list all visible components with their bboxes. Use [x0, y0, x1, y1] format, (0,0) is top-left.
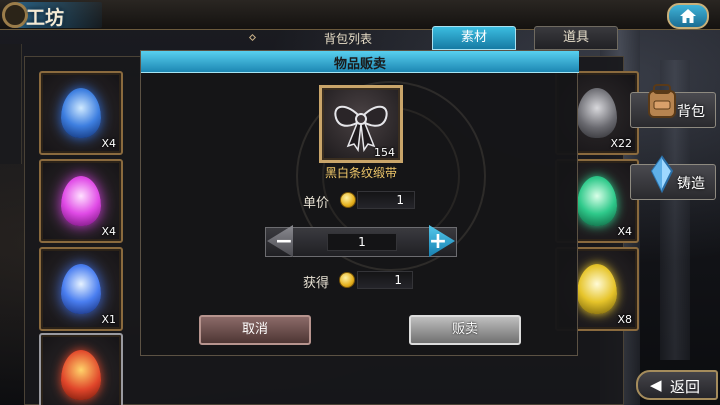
crystal-forge-icon	[650, 155, 674, 193]
back-arrow-icon: ◀	[650, 376, 662, 394]
bag-label: 背包	[677, 104, 705, 120]
inventory-slot[interactable]: X4	[39, 159, 123, 243]
diamond-ornament-icon	[248, 33, 257, 42]
tab-materials[interactable]: 素材	[432, 26, 516, 50]
gear-icon	[2, 2, 28, 28]
unit-price-value: 1	[357, 191, 415, 209]
ribbon-item-icon	[577, 88, 617, 138]
magenta-crystal-icon	[61, 176, 101, 226]
gain-label: 获得	[303, 276, 330, 291]
red-ember-crystal-icon	[61, 350, 101, 400]
item-count: X4	[617, 225, 632, 238]
yellow-crystal-icon	[577, 264, 617, 314]
item-count: X4	[101, 137, 116, 150]
item-count: X4	[101, 225, 116, 238]
inventory-slot[interactable]: X4	[39, 71, 123, 155]
unit-price-label: 单价	[303, 196, 330, 211]
gold-coin-icon	[340, 192, 356, 208]
tab-items[interactable]: 道具	[534, 26, 618, 50]
gold-coin-icon	[339, 272, 355, 288]
item-count: X8	[617, 313, 632, 326]
home-icon	[680, 9, 696, 23]
blue-crystal-icon	[61, 88, 101, 138]
bag-button[interactable]: 背包	[630, 84, 716, 128]
dialog-title: 物品贩卖	[333, 57, 386, 72]
cancel-button[interactable]: 取消	[199, 315, 311, 345]
inventory-slot[interactable]: X1	[39, 247, 123, 331]
back-button[interactable]: ◀ 返回	[636, 370, 718, 400]
tabs-row: 背包列表 素材 道具	[140, 26, 618, 50]
item-count: X1	[101, 313, 116, 326]
item-count: X22	[610, 137, 632, 150]
back-label: 返回	[670, 378, 701, 396]
bag-list-title: 背包列表	[323, 32, 372, 46]
item-count: 154	[374, 146, 395, 159]
gain-value: 1	[357, 271, 413, 289]
item-name: 黑白条纹缎带	[324, 166, 397, 180]
blue-flame-crystal-icon	[61, 264, 101, 314]
sell-item-dialog: 物品贩卖 154 黑白条纹缎带 单价 1 − 1 + 获得 1 取消 贩卖	[140, 50, 579, 356]
sell-button[interactable]: 贩卖	[409, 315, 521, 345]
left-tool-strip	[0, 44, 22, 164]
selected-item-frame: 154	[319, 85, 403, 163]
forge-label: 铸造	[677, 176, 705, 192]
quantity-value[interactable]: 1	[327, 233, 397, 251]
inventory-slot[interactable]	[39, 333, 123, 405]
dialog-header: 物品贩卖	[141, 51, 579, 73]
home-button[interactable]	[667, 3, 709, 29]
page-title: 工坊	[26, 7, 65, 29]
green-crystal-icon	[577, 176, 617, 226]
backpack-icon	[648, 84, 676, 118]
forge-button[interactable]: 铸造	[630, 155, 716, 200]
